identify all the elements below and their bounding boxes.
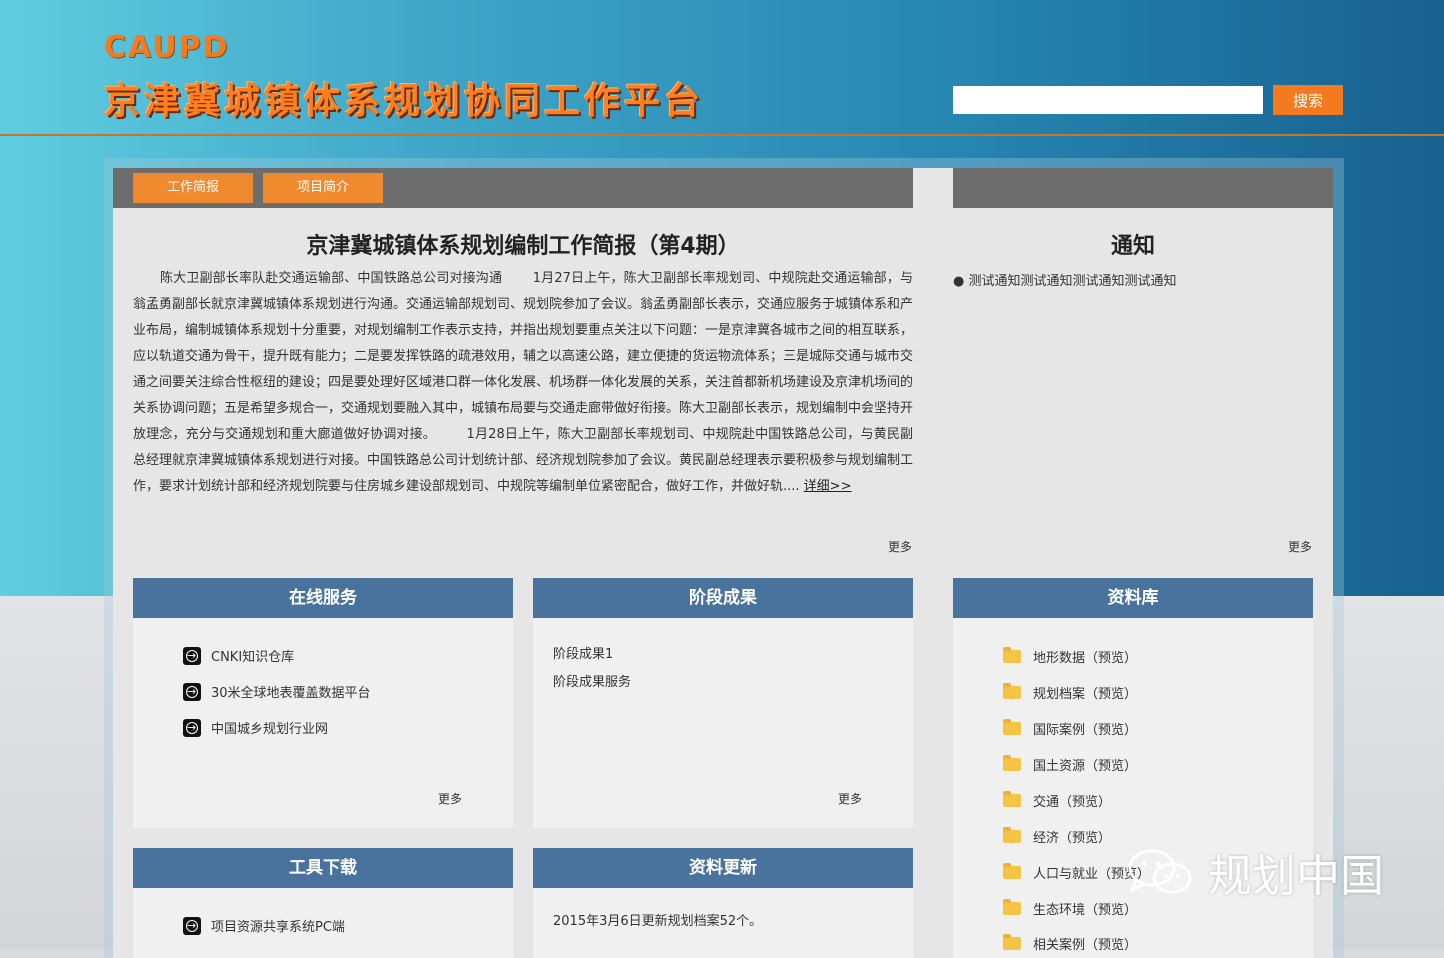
notice-title: 通知 xyxy=(1110,234,1155,259)
arrow-circle-icon xyxy=(183,916,201,935)
library-item-ecology[interactable]: 生态环境（预览） xyxy=(1003,899,1137,918)
header-divider xyxy=(0,134,1444,136)
wechat-icon xyxy=(1128,849,1192,894)
watermark: 规划中国 xyxy=(1128,840,1384,904)
library-item-label: 地形数据（预览） xyxy=(1033,651,1138,666)
notice-item-label: 测试通知测试通知测试通知测试通知 xyxy=(968,274,1177,289)
folder-icon xyxy=(1003,647,1021,663)
arrow-circle-icon xyxy=(183,646,201,665)
folder-icon xyxy=(1003,899,1021,915)
folder-icon xyxy=(1003,791,1021,807)
notice-bar xyxy=(953,168,1333,208)
stage-result-item[interactable]: 阶段成果1 xyxy=(553,643,613,662)
stage-results-more-link[interactable]: 更多 xyxy=(838,790,862,807)
service-link-planning-net[interactable]: 中国城乡规划行业网 xyxy=(183,718,328,737)
watermark-text: 规划中国 xyxy=(1208,851,1384,902)
library-item-cases[interactable]: 相关案例（预览） xyxy=(1003,934,1137,953)
folder-icon xyxy=(1003,827,1021,843)
search-input[interactable] xyxy=(953,86,1263,114)
library-item-traffic[interactable]: 交通（预览） xyxy=(1003,791,1111,810)
tools-panel: 工具下载 xyxy=(133,848,513,958)
folder-icon xyxy=(1003,683,1021,699)
notice-more-link[interactable]: 更多 xyxy=(1288,538,1312,555)
bullet-icon: ● xyxy=(953,274,969,289)
updates-panel: 资料更新 xyxy=(533,848,913,958)
library-item-land[interactable]: 国土资源（预览） xyxy=(1003,755,1137,774)
stage-result-item[interactable]: 阶段成果服务 xyxy=(553,671,631,690)
online-service-title: 在线服务 xyxy=(133,578,513,618)
arrow-circle-icon xyxy=(183,718,201,737)
logo: CAUPD xyxy=(104,30,230,65)
service-link-cnki[interactable]: CNKI知识仓库 xyxy=(183,646,294,665)
service-link-landcover[interactable]: 30米全球地表覆盖数据平台 xyxy=(183,682,371,701)
library-item-label: 国际案例（预览） xyxy=(1033,723,1138,738)
brief-text: 陈大卫副部长率队赴交通运输部、中国铁路总公司对接沟通 1月27日上午，陈大卫副部… xyxy=(133,271,914,494)
folder-icon xyxy=(1003,755,1021,771)
library-item-label: 规划档案（预览） xyxy=(1033,687,1138,702)
library-item-label: 国土资源（预览） xyxy=(1033,759,1138,774)
service-link-label: 30米全球地表覆盖数据平台 xyxy=(211,686,371,701)
tool-link-pc-client[interactable]: 项目资源共享系统PC端 xyxy=(183,916,345,935)
service-link-label: CNKI知识仓库 xyxy=(211,650,295,665)
service-link-label: 中国城乡规划行业网 xyxy=(211,722,329,737)
library-item-label: 生态环境（预览） xyxy=(1033,903,1138,918)
folder-icon xyxy=(1003,719,1021,735)
library-item-label: 经济（预览） xyxy=(1033,831,1112,846)
brief-more-link[interactable]: 更多 xyxy=(888,538,912,555)
tools-title: 工具下载 xyxy=(133,848,513,888)
update-item[interactable]: 2015年3月6日更新规划档案52个。 xyxy=(553,910,762,929)
stage-results-title: 阶段成果 xyxy=(533,578,913,618)
folder-icon xyxy=(1003,863,1021,879)
tab-work-brief[interactable]: 工作简报 xyxy=(133,173,253,203)
brief-detail-link[interactable]: 详细>> xyxy=(804,479,852,494)
tool-link-label: 项目资源共享系统PC端 xyxy=(211,920,345,935)
library-item-economy[interactable]: 经济（预览） xyxy=(1003,827,1111,846)
library-title: 资料库 xyxy=(953,578,1313,618)
library-item-label: 相关案例（预览） xyxy=(1033,938,1138,953)
library-item-international[interactable]: 国际案例（预览） xyxy=(1003,719,1137,738)
brief-body: 陈大卫副部长率队赴交通运输部、中国铁路总公司对接沟通 1月27日上午，陈大卫副部… xyxy=(133,266,913,500)
updates-title: 资料更新 xyxy=(533,848,913,888)
tab-project-intro[interactable]: 项目简介 xyxy=(263,173,383,203)
library-item-terrain[interactable]: 地形数据（预览） xyxy=(1003,647,1137,666)
notice-item[interactable]: ● 测试通知测试通知测试通知测试通知 xyxy=(953,270,1313,289)
online-service-more-link[interactable]: 更多 xyxy=(438,790,462,807)
folder-icon xyxy=(1003,934,1021,950)
library-item-archive[interactable]: 规划档案（预览） xyxy=(1003,683,1137,702)
site-title: 京津冀城镇体系规划协同工作平台 xyxy=(104,80,705,122)
arrow-circle-icon xyxy=(183,682,201,701)
library-item-label: 交通（预览） xyxy=(1033,795,1112,810)
brief-title: 京津冀城镇体系规划编制工作简报（第4期） xyxy=(306,234,740,259)
search-button[interactable]: 搜索 xyxy=(1273,85,1343,115)
